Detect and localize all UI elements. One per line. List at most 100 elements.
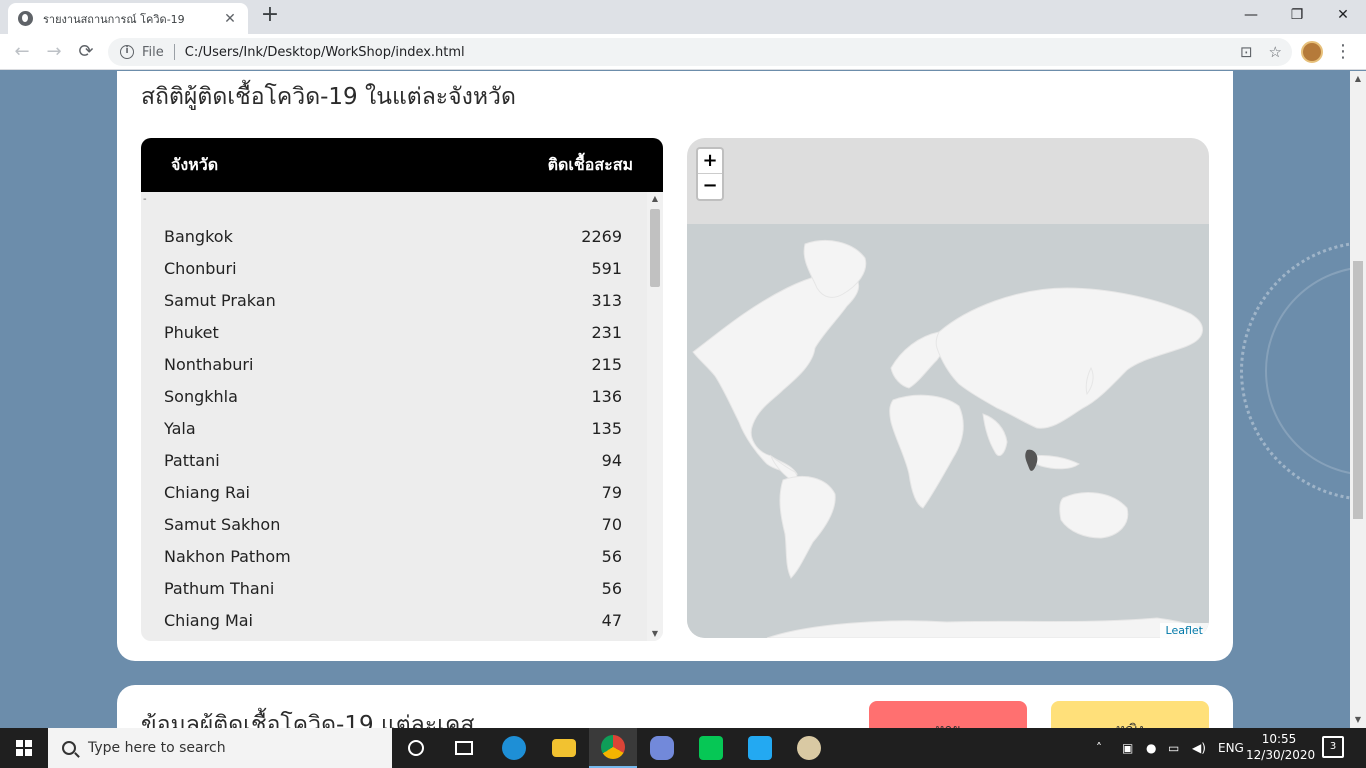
table-row: Yala 135 (164, 412, 622, 444)
table-row: Phuket 231 (164, 316, 622, 348)
north-america-shape (692, 271, 860, 475)
section2-heading: ข้อมูลผู้ติดเชื้อโควิด-19 แต่ละเคส (141, 712, 475, 728)
scroll-down-icon[interactable]: ▼ (647, 627, 663, 641)
col-province-header: จังหวัด (171, 154, 219, 174)
province-name: Pattani (164, 450, 220, 470)
forward-button[interactable]: → (42, 40, 66, 64)
volume-icon[interactable]: ◀) (1192, 728, 1206, 768)
map-panel[interactable]: + − Leaflet (687, 138, 1209, 638)
window-close-button[interactable]: ✕ (1320, 0, 1366, 30)
cortana-icon[interactable] (392, 728, 440, 768)
antarctica-shape (766, 617, 1209, 638)
table-header: จังหวัด ติดเชื้อสะสม (141, 138, 663, 192)
browser-menu-icon[interactable]: ⋮ (1334, 40, 1352, 64)
line-icon[interactable] (687, 728, 735, 768)
table-row: Pattani 94 (164, 444, 622, 476)
address-separator (173, 44, 175, 60)
table-scroll-thumb[interactable] (650, 209, 660, 287)
page-scroll-up-icon[interactable]: ▲ (1350, 71, 1366, 87)
reload-button[interactable]: ⟳ (74, 40, 98, 64)
case-count: 313 (591, 290, 622, 310)
network-icon[interactable]: ▭ (1168, 728, 1179, 768)
paint-icon[interactable] (785, 728, 833, 768)
case-count: 56 (601, 546, 622, 566)
world-map-svg (692, 240, 1209, 638)
search-icon (62, 741, 76, 755)
tray-chevron-icon[interactable]: ˄ (1096, 728, 1102, 768)
south-america-shape (779, 476, 836, 579)
australia-shape (1059, 492, 1129, 539)
vscode-icon[interactable] (736, 728, 784, 768)
file-explorer-icon[interactable] (540, 728, 588, 768)
scroll-up-icon[interactable]: ▲ (647, 192, 663, 206)
col-cases-header: ติดเชื้อสะสม (547, 154, 633, 174)
address-bar[interactable]: i File C:/Users/Ink/Desktop/WorkShop/ind… (108, 38, 1292, 66)
info-icon[interactable]: i (120, 45, 134, 59)
restore-button[interactable]: ❐ (1274, 0, 1320, 30)
table-scrollbar[interactable]: ▲ ▼ (647, 192, 663, 641)
table-row: Samut Prakan 313 (164, 284, 622, 316)
table-body[interactable]: - Bangkok 2269 Chonburi 591 Samut Prakan 313 P… (141, 192, 647, 641)
map-attribution-link[interactable]: Leaflet (1159, 623, 1209, 638)
case-count: 591 (591, 258, 622, 278)
clock-time: 10:55 (1261, 732, 1297, 746)
bookmark-star-icon[interactable]: ☆ (1269, 43, 1282, 61)
province-name: Yala (164, 418, 196, 438)
table-row: Songkhla 136 (164, 380, 622, 412)
province-name: Phuket (164, 322, 219, 342)
province-name: Chiang Mai (164, 610, 253, 630)
table-row: Chiang Mai 47 (164, 604, 622, 636)
province-name: Chonburi (164, 258, 237, 278)
case-count: 135 (591, 418, 622, 438)
recovered-button[interactable]: หาย (869, 701, 1027, 728)
table-row: Pathum Thani 56 (164, 572, 622, 604)
meet-now-icon[interactable]: ▣ (1122, 728, 1133, 768)
taskbar-clock[interactable]: 10:55 12/30/2020 (1246, 731, 1315, 763)
page-scrollbar[interactable]: ▲ ▼ (1350, 71, 1366, 728)
language-indicator[interactable]: ENG (1218, 728, 1244, 768)
table-row: Chiang Rai 79 (164, 476, 622, 508)
new-tab-button[interactable]: + (258, 4, 282, 28)
table-row: Samut Sakhon 70 (164, 508, 622, 540)
section-heading: สถิติผู้ติดเชื้อโควิด-19 ในแต่ละจังหวัด (141, 84, 516, 110)
zoom-in-button[interactable]: + (698, 149, 722, 174)
zoom-out-button[interactable]: − (698, 174, 722, 199)
url-text[interactable]: C:/Users/Ink/Desktop/WorkShop/index.html (185, 45, 465, 60)
province-stats-card: สถิติผู้ติดเชื้อโควิด-19 ในแต่ละจังหวัด … (117, 71, 1233, 661)
page-scroll-thumb[interactable] (1353, 261, 1363, 519)
chrome-icon[interactable] (589, 728, 637, 768)
asia-shape (935, 287, 1203, 429)
search-placeholder: Type here to search (88, 740, 226, 756)
taskbar-search-box[interactable]: Type here to search (48, 728, 392, 768)
microphone-icon[interactable]: ● (1146, 728, 1156, 768)
case-count: 215 (591, 354, 622, 374)
province-name: Pathum Thani (164, 578, 275, 598)
task-view-icon[interactable] (440, 728, 488, 768)
globe-icon (18, 11, 33, 26)
case-count: 2269 (581, 226, 622, 246)
case-count: 70 (601, 514, 622, 534)
province-name: Chiang Rai (164, 482, 250, 502)
case-count: 136 (591, 386, 622, 406)
case-count: 231 (591, 322, 622, 342)
windows-logo-icon (16, 740, 32, 756)
address-bar-row: ← → ⟳ i File C:/Users/Ink/Desktop/WorkSh… (0, 34, 1366, 70)
thailand-highlight (1025, 449, 1038, 471)
notification-center-icon[interactable]: 3 (1322, 736, 1344, 758)
tab-close-icon[interactable]: ✕ (222, 11, 238, 27)
back-button[interactable]: ← (10, 40, 34, 64)
browser-tab-bar: รายงานสถานการณ์ โควิด-19 ✕ + — ❐ ✕ (0, 0, 1366, 34)
table-row: Chonburi 591 (164, 252, 622, 284)
table-row: Nakhon Pathom 56 (164, 540, 622, 572)
browser-tab[interactable]: รายงานสถานการณ์ โควิด-19 ✕ (8, 3, 248, 34)
profile-avatar[interactable] (1301, 41, 1323, 63)
discord-icon[interactable] (638, 728, 686, 768)
page-scroll-down-icon[interactable]: ▼ (1350, 712, 1366, 728)
translate-icon[interactable]: ⊡ (1240, 43, 1253, 61)
start-button[interactable] (0, 728, 48, 768)
case-data-card: ข้อมูลผู้ติดเชื้อโควิด-19 แต่ละเคส หาย ห… (117, 685, 1233, 728)
female-button[interactable]: หญิง (1051, 701, 1209, 728)
province-table: จังหวัด ติดเชื้อสะสม - Bangkok 2269 Chonbu… (141, 138, 663, 641)
minimize-button[interactable]: — (1228, 0, 1274, 30)
edge-icon[interactable] (490, 728, 538, 768)
